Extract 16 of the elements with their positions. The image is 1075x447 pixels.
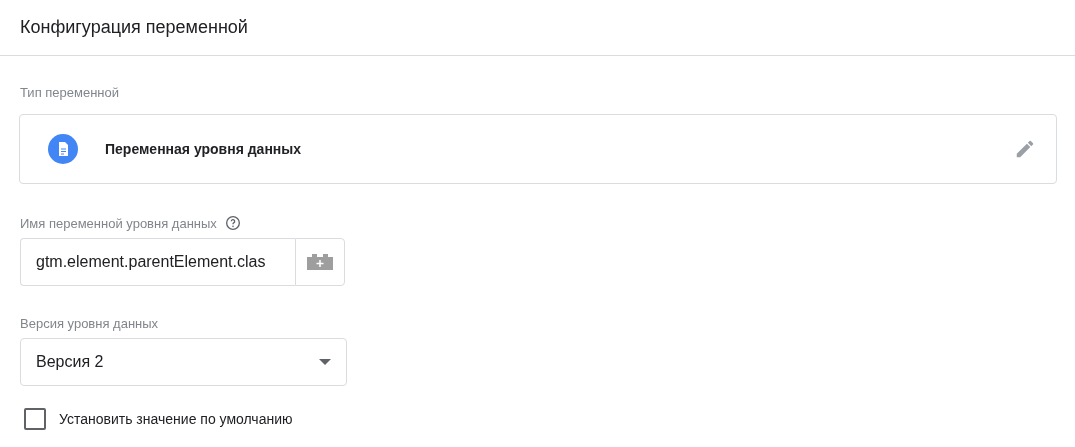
field-label: Версия уровня данных [20,315,159,331]
dropdown-caret-icon [319,359,331,365]
field-label: Тип переменной [20,84,120,100]
pencil-icon[interactable] [1014,138,1036,160]
help-icon[interactable] [224,215,241,231]
insert-variable-button[interactable] [295,238,345,286]
version-dropdown[interactable]: Версия 2 [20,338,347,386]
variable-type-name: Переменная уровня данных [105,141,303,157]
variable-type-card[interactable]: Переменная уровня данных [19,114,1057,184]
brick-plus-icon [307,254,333,270]
panel-title: Конфигурация переменной [20,17,248,38]
checkbox[interactable] [24,408,46,430]
field-label: Имя переменной уровня данных [20,215,217,231]
variable-name-field[interactable]: gtm.element.parentElement.clas [20,238,295,286]
document-icon [48,134,78,164]
checkbox-label: Установить значение по умолчанию [59,411,293,427]
